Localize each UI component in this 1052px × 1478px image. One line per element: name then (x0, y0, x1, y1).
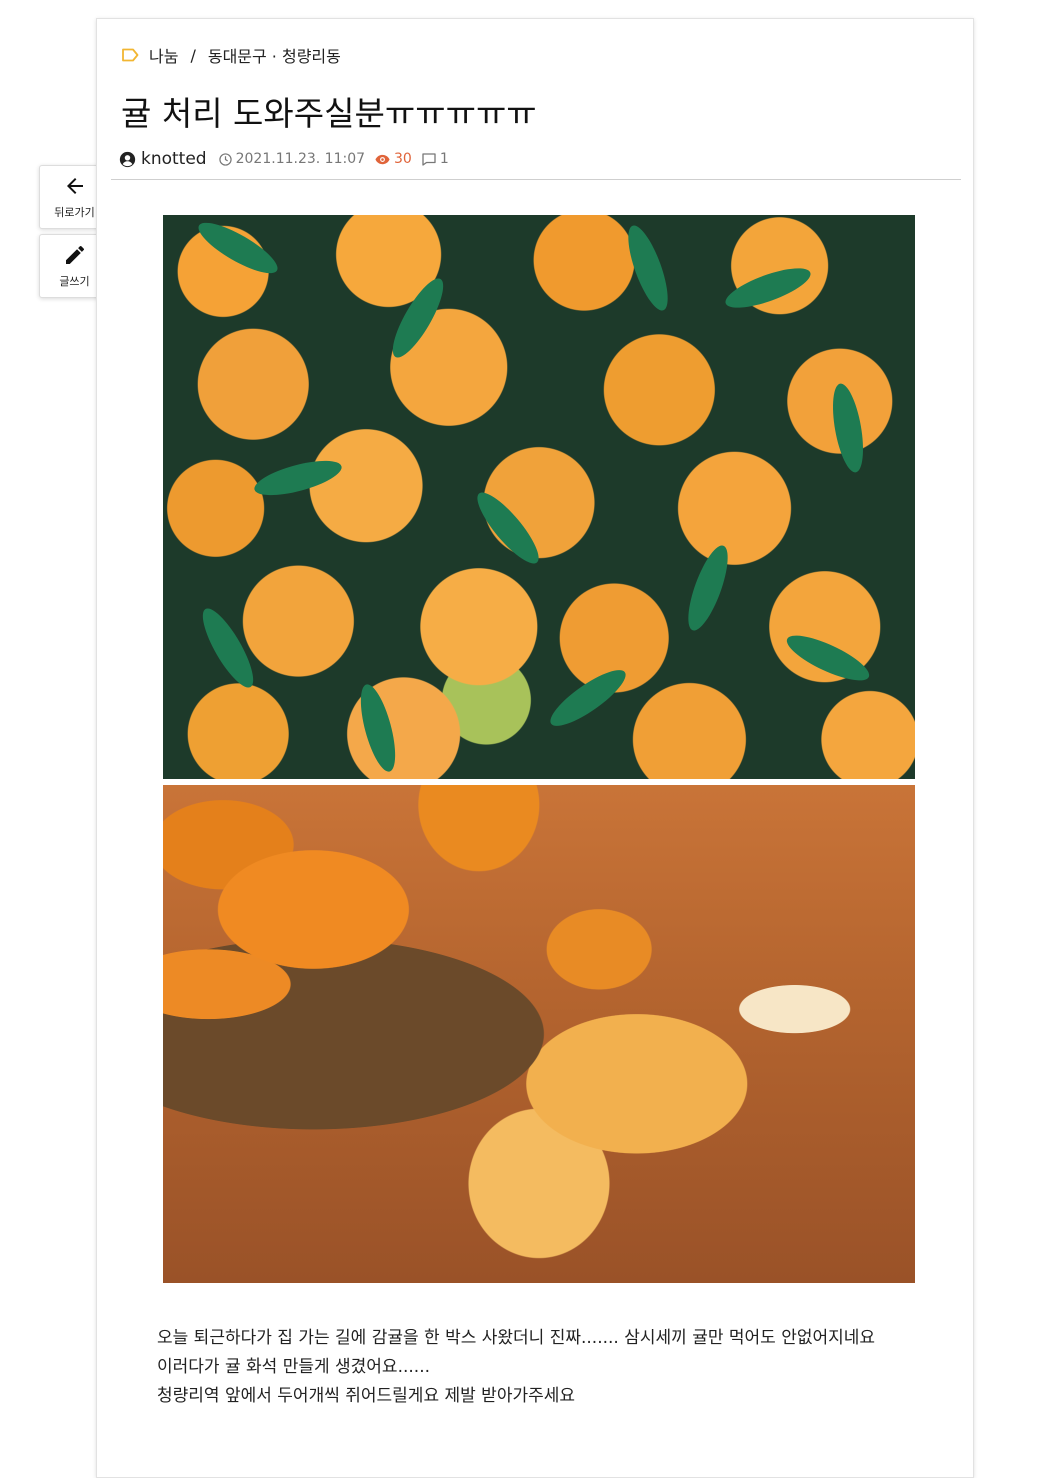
post-body: 오늘 퇴근하다가 집 가는 길에 감귤을 한 박스 사왔더니 진짜.......… (157, 1324, 927, 1411)
comment-icon (422, 152, 436, 166)
pencil-icon (65, 245, 84, 264)
breadcrumb: 나눔 / 동대문구 · 청량리동 (121, 43, 341, 67)
author-name: knotted (141, 149, 207, 169)
photo-leaf (469, 485, 547, 571)
breadcrumb-category[interactable]: 나눔 (149, 43, 178, 67)
post-card: 나눔 / 동대문구 · 청량리동 귤 처리 도와주실분ㅠㅠㅠㅠㅠ knotted… (96, 18, 974, 1478)
photo-leaf (543, 661, 633, 735)
post-title: 귤 처리 도와주실분ㅠㅠㅠㅠㅠ (121, 94, 537, 133)
photo-leaf (680, 541, 736, 635)
comment-count[interactable]: 1 (422, 151, 449, 167)
clock-icon (218, 152, 232, 166)
user-circle-icon (119, 151, 136, 167)
author[interactable]: knotted (119, 149, 207, 169)
comment-count-value: 1 (439, 151, 449, 167)
post-datetime: 2021.11.23. 11:07 (235, 151, 366, 167)
breadcrumb-separator: / (190, 45, 196, 65)
tangerines-with-leaves-photo (163, 215, 915, 779)
post-meta: knotted 2021.11.23. 11:07 30 1 (119, 149, 459, 169)
post-body-line: 청량리역 앞에서 두어개씩 쥐어드릴게요 제발 받아가주세요 (157, 1386, 576, 1406)
photo-leaf (781, 627, 875, 689)
write-button-label: 글쓰기 (59, 275, 90, 288)
photo-leaf (827, 381, 869, 475)
eye-icon (375, 154, 390, 164)
tag-outline-icon (122, 48, 139, 62)
photo-leaf (620, 221, 676, 315)
photo-leaf (251, 453, 345, 503)
arrow-left-icon (66, 178, 83, 194)
photo-leaf (353, 681, 403, 775)
photo-leaf (192, 215, 284, 282)
post-body-line: 이러다가 귤 화석 만들게 생겼어요...... (157, 1357, 430, 1377)
back-button-label: 뒤로가기 (54, 206, 95, 219)
post-body-line: 오늘 퇴근하다가 집 가는 길에 감귤을 한 박스 사왔더니 진짜.......… (157, 1328, 876, 1348)
photo-leaf (721, 260, 815, 316)
post-date: 2021.11.23. 11:07 (218, 151, 366, 167)
title-divider (111, 179, 961, 180)
view-count: 30 (375, 151, 412, 167)
peeled-tangerine-photo (163, 785, 915, 1283)
breadcrumb-location[interactable]: 동대문구 · 청량리동 (208, 43, 341, 67)
photo-leaf (194, 602, 262, 694)
photo-leaf (384, 272, 452, 364)
view-count-value: 30 (394, 151, 412, 167)
